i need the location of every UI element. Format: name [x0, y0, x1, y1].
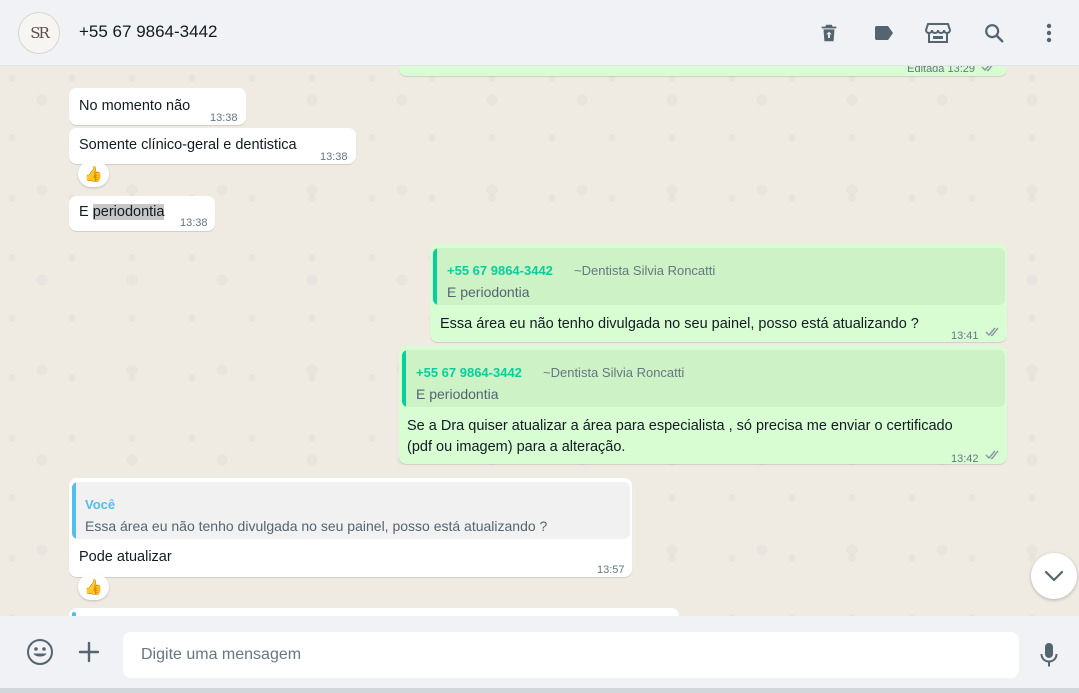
message-incoming[interactable]: Você Essa área eu não tenho divulgada no…	[69, 478, 632, 577]
message-text-part: E	[79, 204, 93, 220]
message-incoming[interactable]: Somente clínico-geral e dentistica 13:38	[69, 128, 356, 164]
chevron-down-icon	[1044, 570, 1064, 582]
message-outgoing[interactable]: +55 67 9864-3442 ~Dentista Silvia Roncat…	[399, 346, 1007, 465]
message-text-line-2: (pdf ou imagem) para a alteração.	[407, 439, 626, 455]
quoted-message[interactable]: Você Essa área eu não tenho divulgada no…	[72, 482, 630, 539]
chat-header: SR +55 67 9864-3442	[0, 0, 1079, 66]
read-ticks-icon	[981, 66, 993, 72]
highlighted-search-match: periodontia	[92, 204, 165, 220]
message-time: 13:57	[597, 564, 625, 576]
scroll-to-bottom-button[interactable]	[1031, 553, 1077, 599]
quote-text: E periodontia	[447, 284, 530, 300]
message-time: Editada 13:29	[907, 66, 975, 75]
reaction-badge[interactable]: 👍	[78, 161, 109, 187]
message-incoming[interactable]: E periodontia 13:38	[69, 196, 215, 231]
message-time: 13:42	[951, 453, 979, 465]
read-ticks-icon	[985, 450, 999, 460]
quote-bar	[72, 482, 76, 539]
read-ticks-icon	[985, 327, 999, 337]
contact-avatar[interactable]: SR	[18, 12, 60, 54]
quote-author: Você	[85, 497, 116, 512]
reaction-badge[interactable]: 👍	[78, 574, 109, 600]
message-time: 13:38	[210, 112, 238, 124]
quote-pushname: ~Dentista Silvia Roncatti	[543, 365, 685, 380]
message-text: Pode atualizar	[79, 549, 172, 565]
quote-bar	[402, 350, 406, 407]
message-outgoing[interactable]: Editada 13:29	[399, 66, 1007, 76]
quote-bar	[433, 248, 437, 305]
label-icon[interactable]	[870, 19, 898, 47]
message-time: 13:38	[180, 217, 208, 229]
quote-text: Essa área eu não tenho divulgada no seu …	[85, 518, 548, 534]
window-bottom-edge	[0, 688, 1079, 693]
store-icon[interactable]	[924, 19, 952, 47]
search-icon[interactable]	[980, 19, 1008, 47]
message-incoming[interactable]: No momento não 13:38	[69, 88, 246, 125]
emoji-icon[interactable]	[25, 637, 55, 667]
menu-icon[interactable]	[1035, 19, 1063, 47]
message-text-line-1: Se a Dra quiser atualizar a área para es…	[407, 418, 953, 434]
attach-plus-icon[interactable]	[74, 637, 104, 667]
quote-author: +55 67 9864-3442	[416, 365, 522, 380]
microphone-icon[interactable]	[1034, 640, 1064, 670]
quote-author: +55 67 9864-3442	[447, 263, 553, 278]
message-text: Somente clínico-geral e dentistica	[79, 137, 297, 153]
message-incoming-partial[interactable]	[69, 608, 679, 616]
quote-pushname: ~Dentista Silvia Roncatti	[574, 263, 716, 278]
message-text: Essa área eu não tenho divulgada no seu …	[440, 316, 919, 332]
message-time: 13:41	[951, 330, 979, 342]
message-input[interactable]	[123, 632, 1019, 678]
quoted-message[interactable]: +55 67 9864-3442 ~Dentista Silvia Roncat…	[433, 248, 1005, 305]
quote-text: E periodontia	[416, 386, 499, 402]
message-time: 13:38	[320, 151, 348, 163]
message-list[interactable]: Editada 13:29 No momento não 13:38 Somen…	[0, 66, 1079, 616]
delete-icon[interactable]	[815, 19, 843, 47]
contact-name[interactable]: +55 67 9864-3442	[79, 22, 218, 42]
message-text: No momento não	[79, 98, 191, 114]
composer	[0, 616, 1079, 693]
message-outgoing[interactable]: +55 67 9864-3442 ~Dentista Silvia Roncat…	[430, 244, 1007, 342]
message-text: E periodontia	[79, 202, 165, 223]
quoted-message[interactable]: +55 67 9864-3442 ~Dentista Silvia Roncat…	[402, 350, 1005, 407]
